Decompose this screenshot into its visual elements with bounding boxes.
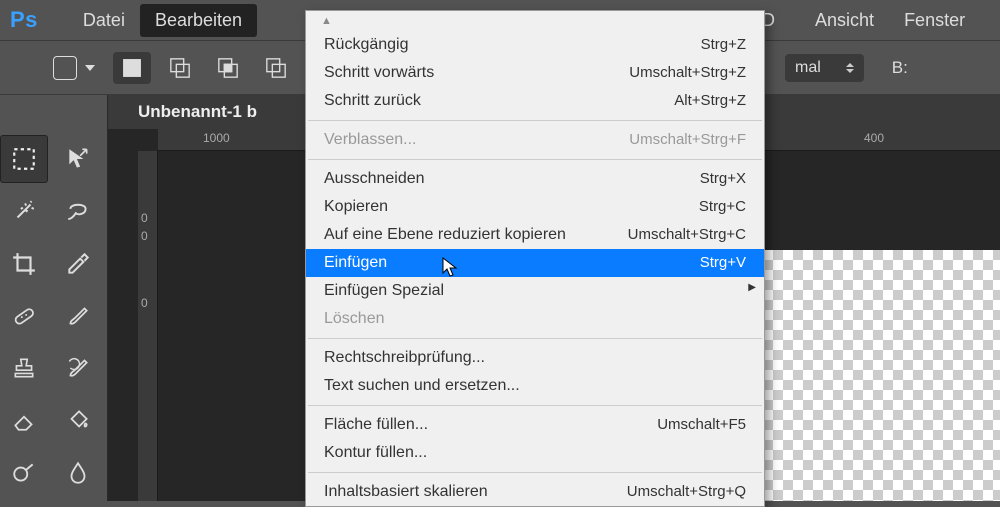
marquee-icon — [11, 146, 37, 172]
menu-fenster[interactable]: Fenster — [889, 4, 980, 37]
menu-paste[interactable]: EinfügenStrg+V — [306, 249, 764, 277]
menu-undo[interactable]: RückgängigStrg+Z — [306, 31, 764, 59]
tool-blur[interactable] — [54, 449, 102, 497]
menu-copy[interactable]: KopierenStrg+C — [306, 193, 764, 221]
wand-icon — [11, 198, 37, 224]
edit-menu-dropdown: ▲ RückgängigStrg+Z Schritt vorwärtsUmsch… — [305, 10, 765, 507]
tool-marquee[interactable] — [0, 135, 48, 183]
ruler-tick: 0 — [141, 296, 148, 310]
boolean-exclude[interactable] — [257, 52, 295, 84]
boolean-subtract[interactable] — [161, 52, 199, 84]
ruler-vertical: 0 0 0 — [138, 151, 158, 501]
menu-separator — [308, 159, 762, 160]
menu-fade: Verblassen...Umschalt+Strg+F — [306, 126, 764, 154]
menu-clear: Löschen — [306, 305, 764, 333]
exclude-icon — [265, 57, 287, 79]
menu-separator — [308, 338, 762, 339]
ruler-tick: 0 — [141, 229, 148, 243]
menu-stroke[interactable]: Kontur füllen... — [306, 439, 764, 467]
tool-stamp[interactable] — [0, 344, 48, 392]
b-label: B: — [892, 58, 908, 78]
blendmode-value: mal — [795, 59, 821, 77]
menu-separator — [308, 405, 762, 406]
blendmode-dropdown[interactable]: mal — [785, 54, 864, 82]
menu-scroll-up-icon: ▲ — [306, 11, 764, 31]
menu-content-aware-scale[interactable]: Inhaltsbasiert skalierenUmschalt+Strg+Q — [306, 478, 764, 506]
eyedropper-icon — [65, 251, 91, 277]
bucket-icon — [65, 407, 91, 433]
tool-eyedropper[interactable] — [54, 240, 102, 288]
eraser-icon — [11, 407, 37, 433]
tool-move[interactable] — [54, 135, 102, 183]
ruler-tick: 0 — [141, 211, 148, 225]
menu-datei[interactable]: Datei — [68, 4, 140, 37]
crop-icon — [11, 251, 37, 277]
blur-icon — [65, 460, 91, 486]
tool-lasso[interactable] — [54, 187, 102, 235]
history-brush-icon — [65, 355, 91, 381]
menu-find-replace[interactable]: Text suchen und ersetzen... — [306, 372, 764, 400]
tool-eraser[interactable] — [0, 396, 48, 444]
boolean-intersect[interactable] — [209, 52, 247, 84]
menu-fill[interactable]: Fläche füllen...Umschalt+F5 — [306, 411, 764, 439]
menu-step-forward[interactable]: Schritt vorwärtsUmschalt+Strg+Z — [306, 59, 764, 87]
bandage-icon — [11, 303, 37, 329]
brush-icon — [65, 303, 91, 329]
tool-bucket[interactable] — [54, 396, 102, 444]
menu-separator — [308, 120, 762, 121]
ps-logo: Ps — [10, 7, 38, 33]
menu-copy-merged[interactable]: Auf eine Ebene reduziert kopierenUmschal… — [306, 221, 764, 249]
dodge-icon — [11, 460, 37, 486]
menu-bearbeiten[interactable]: Bearbeiten — [140, 4, 257, 37]
filled-square-icon — [121, 57, 143, 79]
intersect-icon — [217, 57, 239, 79]
ruler-tick: 1000 — [203, 131, 230, 145]
updown-icon — [846, 63, 854, 73]
move-icon — [65, 146, 91, 172]
menu-ansicht[interactable]: Ansicht — [800, 4, 889, 37]
ruler-tick: 400 — [864, 131, 884, 145]
toolbox — [0, 95, 108, 501]
stamp-icon — [11, 355, 37, 381]
rounded-rect-icon — [53, 56, 77, 80]
tool-heal[interactable] — [0, 292, 48, 340]
chevron-down-icon — [85, 65, 95, 71]
shape-preset-picker[interactable] — [45, 51, 103, 85]
menu-cut[interactable]: AusschneidenStrg+X — [306, 165, 764, 193]
menu-spellcheck[interactable]: Rechtschreibprüfung... — [306, 344, 764, 372]
lasso-icon — [65, 198, 91, 224]
tool-crop[interactable] — [0, 240, 48, 288]
menu-paste-special[interactable]: Einfügen Spezial — [306, 277, 764, 305]
tool-wand[interactable] — [0, 187, 48, 235]
shape-fill-toggle[interactable] — [113, 52, 151, 84]
tool-brush[interactable] — [54, 292, 102, 340]
menu-separator — [308, 472, 762, 473]
tool-history-brush[interactable] — [54, 344, 102, 392]
menu-step-back[interactable]: Schritt zurückAlt+Strg+Z — [306, 87, 764, 115]
subtract-icon — [169, 57, 191, 79]
document-tab[interactable]: Unbenannt-1 b — [138, 102, 257, 122]
tool-dodge[interactable] — [0, 449, 48, 497]
